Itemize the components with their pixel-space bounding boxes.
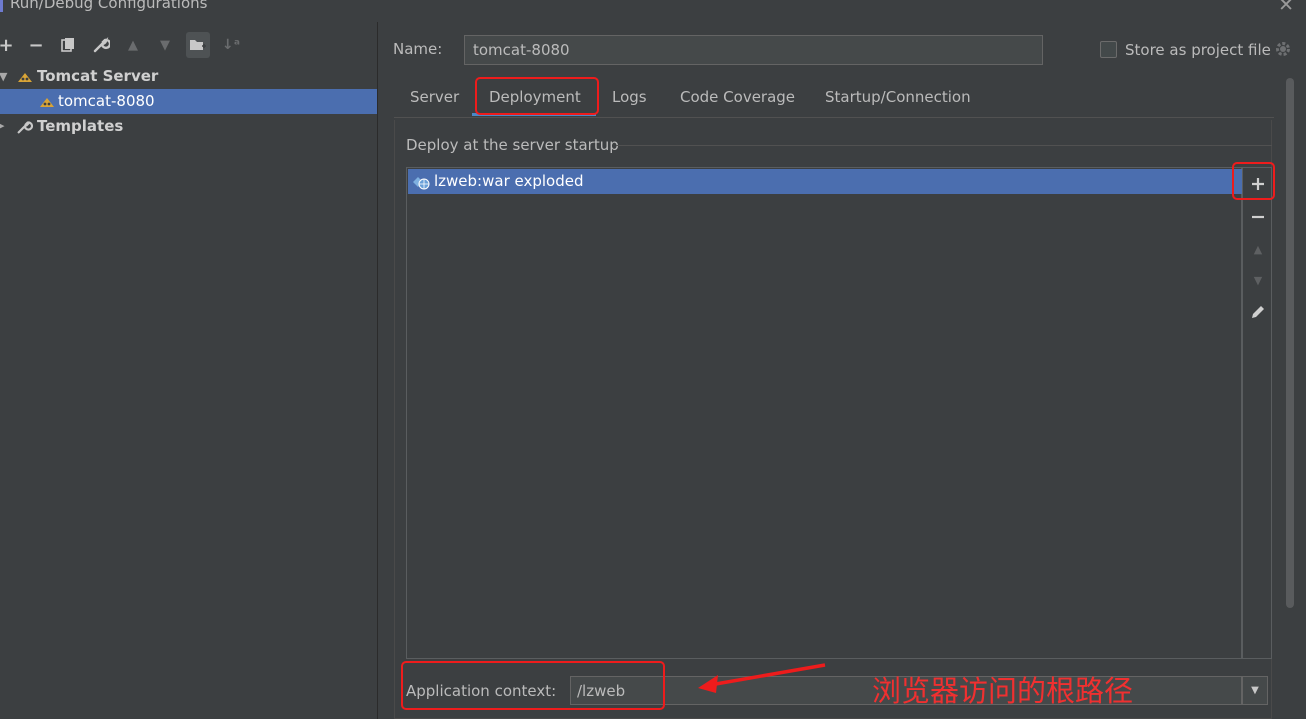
move-up-icon[interactable]: ▲ xyxy=(121,32,145,58)
tab-deployment-label: Deployment xyxy=(489,88,581,106)
copy-icon[interactable] xyxy=(56,32,80,58)
add-artifact-button[interactable] xyxy=(1246,172,1270,196)
plus-icon xyxy=(1252,178,1264,190)
move-down-icon[interactable]: ▼ xyxy=(153,32,177,58)
config-tree: ▼ Tomcat Server tomcat-8080 ▸ Templates xyxy=(0,64,377,139)
deployment-content: Deploy at the server startup lzweb:war e… xyxy=(394,120,1272,719)
folder-icon[interactable] xyxy=(186,32,210,58)
window-title: Run/Debug Configurations xyxy=(10,0,208,12)
gear-icon[interactable] xyxy=(1274,40,1292,58)
tomcat-icon xyxy=(18,73,32,82)
wrench-icon xyxy=(17,121,33,134)
config-tree-panel: + − ▲ ▼ ↓ᵃ ▼ Tomcat Server tomcat-8080 ▸… xyxy=(0,22,378,719)
tab-code-coverage[interactable]: Code Coverage xyxy=(680,78,795,116)
application-context-label: Application context: xyxy=(406,682,557,700)
annotation-arrow-icon xyxy=(698,663,826,693)
minus-icon xyxy=(1252,215,1264,219)
expand-arrow-icon[interactable]: ▼ xyxy=(0,64,7,89)
name-input[interactable] xyxy=(464,35,1043,65)
remove-icon[interactable]: − xyxy=(24,32,48,58)
deploy-section-title: Deploy at the server startup xyxy=(406,136,619,154)
tomcat-icon xyxy=(40,98,54,107)
store-as-project-file-label[interactable]: Store as project file xyxy=(1125,41,1271,59)
title-bar: Run/Debug Configurations ✕ xyxy=(0,0,1306,22)
tab-deployment[interactable]: Deployment xyxy=(472,78,596,116)
name-label: Name: xyxy=(393,40,443,58)
edit-artifact-button[interactable] xyxy=(1246,300,1270,324)
vertical-scrollbar[interactable] xyxy=(1285,78,1295,608)
add-icon[interactable]: + xyxy=(0,32,18,58)
tree-group-label: Tomcat Server xyxy=(37,67,159,85)
tab-server[interactable]: Server xyxy=(410,78,459,116)
config-tabs: Server Deployment Logs Code Coverage Sta… xyxy=(394,78,1274,118)
list-item[interactable]: lzweb:war exploded xyxy=(408,169,1242,194)
config-editor-panel: Name: Store as project file Server Deplo… xyxy=(379,22,1306,719)
tree-group-tomcat[interactable]: ▼ Tomcat Server xyxy=(0,64,377,89)
deploy-artifact-list[interactable]: lzweb:war exploded xyxy=(406,167,1242,659)
remove-artifact-button[interactable] xyxy=(1246,205,1270,229)
tree-templates-label: Templates xyxy=(37,117,124,135)
move-down-icon[interactable]: ▼ xyxy=(1246,268,1270,292)
app-icon xyxy=(0,0,3,12)
move-up-icon[interactable]: ▲ xyxy=(1246,237,1270,261)
tree-item-tomcat-8080[interactable]: tomcat-8080 xyxy=(0,89,377,114)
chevron-down-icon[interactable]: ▼ xyxy=(1242,676,1268,705)
tree-group-templates[interactable]: ▸ Templates xyxy=(0,114,377,139)
wrench-icon[interactable] xyxy=(89,32,113,58)
tab-startup-connection[interactable]: Startup/Connection xyxy=(825,78,971,116)
tree-toolbar: + − ▲ ▼ ↓ᵃ xyxy=(0,32,260,60)
store-as-project-file-checkbox[interactable] xyxy=(1100,41,1117,58)
collapse-arrow-icon[interactable]: ▸ xyxy=(0,113,5,138)
artifact-label: lzweb:war exploded xyxy=(434,172,584,190)
section-divider xyxy=(616,145,1272,146)
tree-item-label: tomcat-8080 xyxy=(58,92,155,110)
close-icon[interactable]: ✕ xyxy=(1278,0,1294,16)
sort-icon[interactable]: ↓ᵃ xyxy=(219,32,243,58)
annotation-text: 浏览器访问的根路径 xyxy=(872,674,1134,708)
pencil-icon xyxy=(1252,306,1264,318)
tab-logs[interactable]: Logs xyxy=(612,78,647,116)
list-toolbar: ▲ ▼ xyxy=(1242,167,1272,659)
scrollbar-thumb[interactable] xyxy=(1286,78,1294,608)
artifact-icon xyxy=(413,177,430,190)
